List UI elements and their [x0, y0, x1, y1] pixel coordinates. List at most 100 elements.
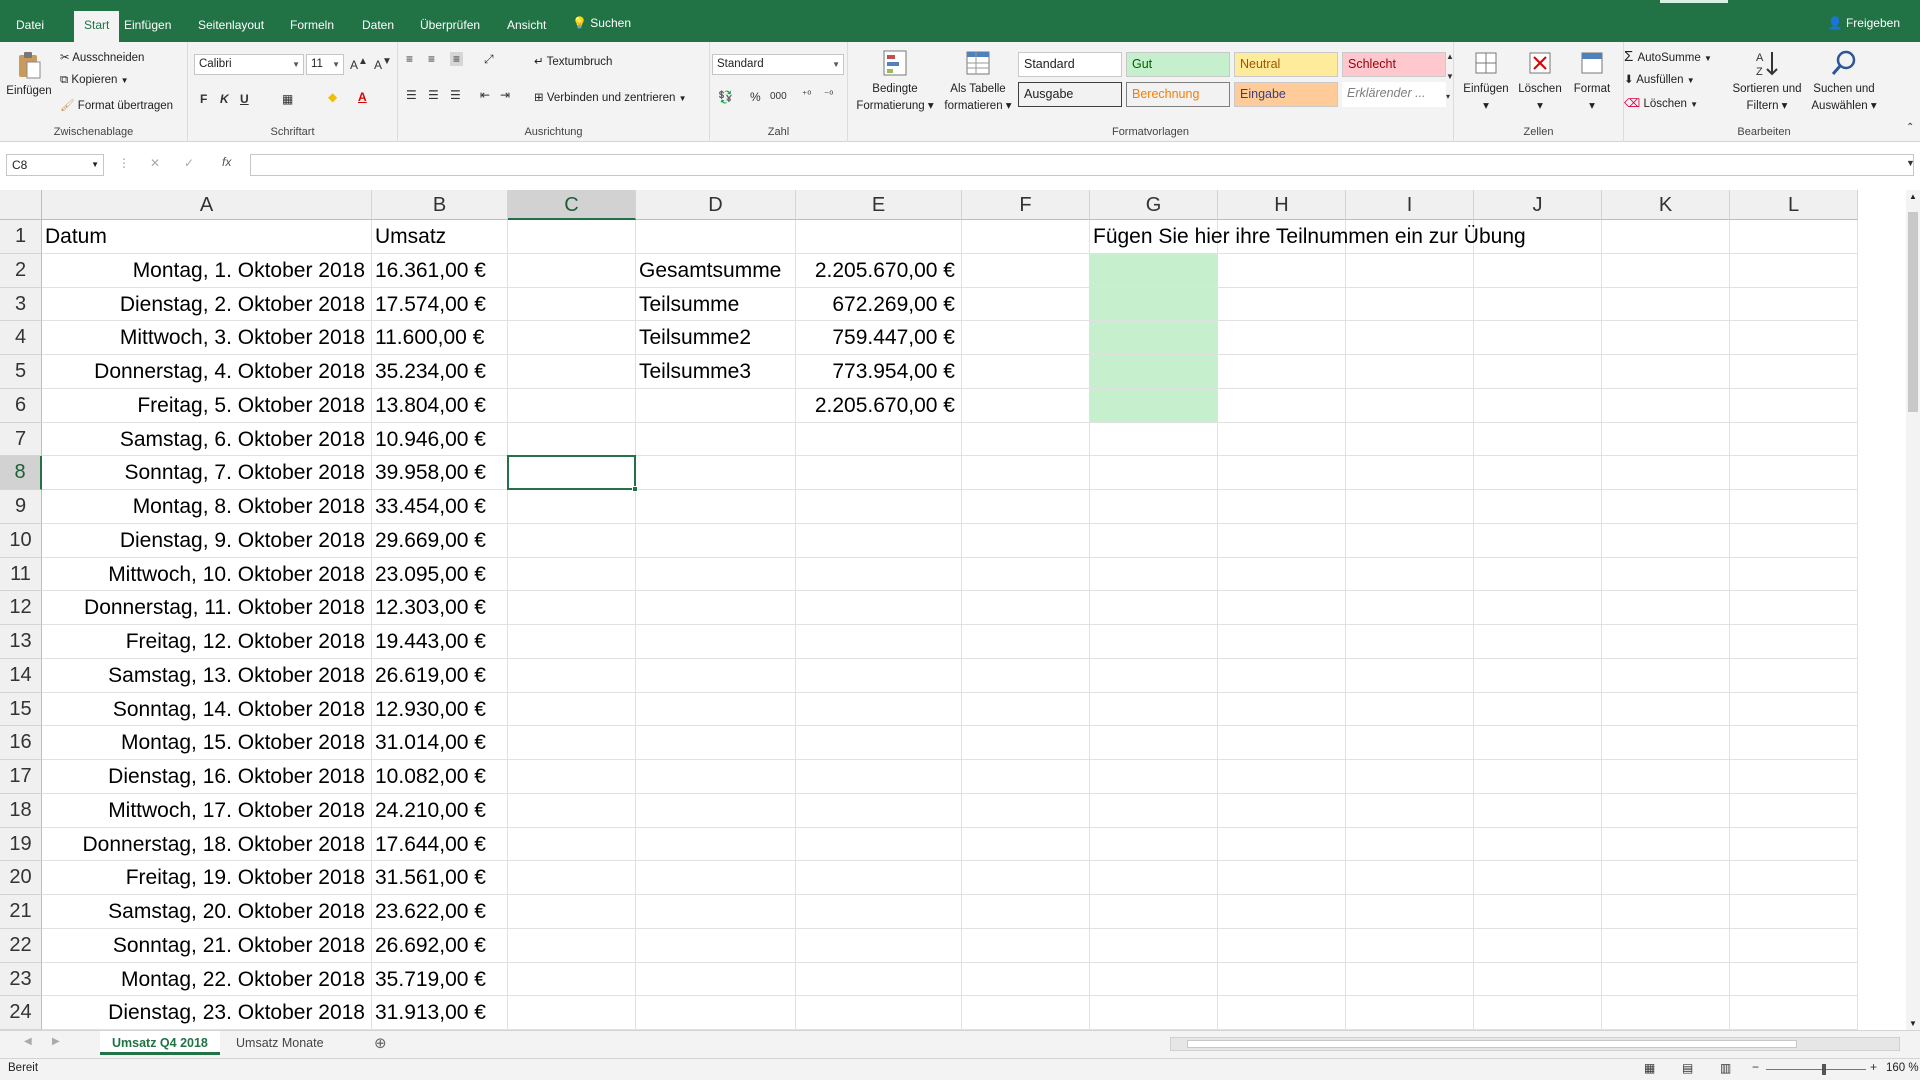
cell-c10[interactable]	[508, 523, 636, 558]
cell-b14[interactable]: 26.619,00 €	[372, 658, 508, 693]
increase-decimal-icon[interactable]: ⁺⁰	[802, 90, 811, 101]
cell-j15[interactable]	[1474, 692, 1602, 727]
cell-i12[interactable]	[1346, 591, 1474, 625]
column-header-b[interactable]: B	[372, 190, 508, 220]
page-break-view-icon[interactable]: ▥	[1720, 1061, 1731, 1075]
cell-l1[interactable]	[1730, 220, 1858, 254]
fill-color-icon[interactable]: ◆	[328, 90, 337, 104]
row-header[interactable]: 16	[0, 726, 42, 760]
tell-me-search[interactable]: 💡 Suchen	[572, 16, 631, 30]
cell-f2[interactable]	[962, 253, 1090, 288]
merge-center-button[interactable]: ⊞ Verbinden und zentrieren ▼	[534, 90, 686, 104]
cell-j7[interactable]	[1474, 422, 1602, 457]
cell-h9[interactable]	[1218, 490, 1346, 524]
cell-d9[interactable]	[636, 490, 796, 524]
cell-b9[interactable]: 33.454,00 €	[372, 490, 508, 524]
row-header[interactable]: 13	[0, 625, 42, 659]
cell-h7[interactable]	[1218, 422, 1346, 457]
cell-g17[interactable]	[1090, 760, 1218, 794]
tab-review[interactable]: Überprüfen	[420, 0, 480, 42]
cell-l5[interactable]	[1730, 355, 1858, 389]
cell-c17[interactable]	[508, 760, 636, 794]
cell-e15[interactable]	[796, 692, 962, 727]
cell-a10[interactable]: Dienstag, 9. Oktober 2018	[42, 523, 372, 558]
column-header-g[interactable]: G	[1090, 190, 1218, 220]
cell-h17[interactable]	[1218, 760, 1346, 794]
cell-d5[interactable]: Teilsumme3	[636, 355, 796, 389]
cell-f18[interactable]	[962, 793, 1090, 828]
column-header-k[interactable]: K	[1602, 190, 1730, 220]
cell-j12[interactable]	[1474, 591, 1602, 625]
cell-k7[interactable]	[1602, 422, 1730, 457]
cell-l9[interactable]	[1730, 490, 1858, 524]
cell-f7[interactable]	[962, 422, 1090, 457]
cell-i17[interactable]	[1346, 760, 1474, 794]
cell-l16[interactable]	[1730, 726, 1858, 760]
cell-e8[interactable]	[796, 456, 962, 490]
cell-e16[interactable]	[796, 726, 962, 760]
cell-a14[interactable]: Samstag, 13. Oktober 2018	[42, 658, 372, 693]
cell-c18[interactable]	[508, 793, 636, 828]
cell-l17[interactable]	[1730, 760, 1858, 794]
cell-c6[interactable]	[508, 388, 636, 423]
cell-i11[interactable]	[1346, 557, 1474, 592]
cell-g3[interactable]	[1090, 287, 1218, 322]
cell-a15[interactable]: Sonntag, 14. Oktober 2018	[42, 692, 372, 727]
scroll-down-icon[interactable]: ▼	[1909, 1019, 1917, 1028]
cell-j9[interactable]	[1474, 490, 1602, 524]
cell-b6[interactable]: 13.804,00 €	[372, 388, 508, 423]
number-format-select[interactable]: Standard ▼	[712, 54, 844, 75]
cell-e18[interactable]	[796, 793, 962, 828]
cell-j13[interactable]	[1474, 625, 1602, 659]
style-explanatory[interactable]: Erklärender ...	[1342, 82, 1446, 107]
style-calculation[interactable]: Berechnung	[1126, 82, 1230, 107]
insert-cells-button[interactable]: Einfügen ▾	[1460, 48, 1512, 115]
cell-d20[interactable]	[636, 861, 796, 895]
cell-h3[interactable]	[1218, 287, 1346, 322]
format-as-table-button[interactable]: Als Tabelle formatieren ▾	[940, 48, 1016, 115]
cell-l21[interactable]	[1730, 895, 1858, 929]
cell-a5[interactable]: Donnerstag, 4. Oktober 2018	[42, 355, 372, 389]
cell-g8[interactable]	[1090, 456, 1218, 490]
cell-c2[interactable]	[508, 253, 636, 288]
cell-j8[interactable]	[1474, 456, 1602, 490]
cell-l11[interactable]	[1730, 557, 1858, 592]
column-header-d[interactable]: D	[636, 190, 796, 220]
cell-l24[interactable]	[1730, 996, 1858, 1030]
copy-button[interactable]: ⧉ Kopieren ▼	[60, 74, 129, 87]
decrease-decimal-icon[interactable]: ⁻⁰	[824, 90, 833, 101]
cell-i2[interactable]	[1346, 253, 1474, 288]
cell-j20[interactable]	[1474, 861, 1602, 895]
cell-i6[interactable]	[1346, 388, 1474, 423]
cell-a3[interactable]: Dienstag, 2. Oktober 2018	[42, 287, 372, 322]
cell-e11[interactable]	[796, 557, 962, 592]
cell-i10[interactable]	[1346, 523, 1474, 558]
cell-i16[interactable]	[1346, 726, 1474, 760]
cell-b18[interactable]: 24.210,00 €	[372, 793, 508, 828]
cell-a1[interactable]: Datum	[42, 220, 372, 254]
cell-l19[interactable]	[1730, 827, 1858, 862]
cell-d10[interactable]	[636, 523, 796, 558]
cell-f24[interactable]	[962, 996, 1090, 1030]
cell-l23[interactable]	[1730, 962, 1858, 997]
cell-f14[interactable]	[962, 658, 1090, 693]
style-neutral[interactable]: Neutral	[1234, 52, 1338, 77]
cell-e2[interactable]: 2.205.670,00 €	[796, 253, 962, 288]
cell-i8[interactable]	[1346, 456, 1474, 490]
align-bottom-icon[interactable]: ≡	[450, 52, 464, 66]
cell-c3[interactable]	[508, 287, 636, 322]
column-header-e[interactable]: E	[796, 190, 962, 220]
tab-formulas[interactable]: Formeln	[290, 0, 334, 42]
horizontal-scrollbar[interactable]	[1170, 1037, 1900, 1051]
align-right-icon[interactable]: ☰	[450, 88, 461, 102]
cell-b24[interactable]: 31.913,00 €	[372, 996, 508, 1030]
cell-b13[interactable]: 19.443,00 €	[372, 625, 508, 659]
next-sheet-icon[interactable]: ▶	[52, 1036, 60, 1047]
cell-k15[interactable]	[1602, 692, 1730, 727]
cell-e1[interactable]	[796, 220, 962, 254]
cell-c7[interactable]	[508, 422, 636, 457]
cell-g7[interactable]	[1090, 422, 1218, 457]
row-header[interactable]: 9	[0, 490, 42, 524]
cell-k4[interactable]	[1602, 321, 1730, 355]
row-header[interactable]: 3	[0, 287, 42, 322]
